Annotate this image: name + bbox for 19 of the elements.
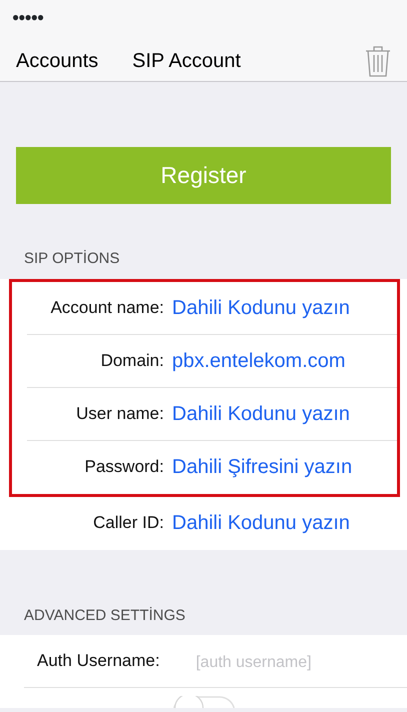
trash-icon[interactable] [365, 44, 391, 76]
field-label: Caller ID: [92, 512, 165, 534]
back-link[interactable]: Accounts [16, 46, 98, 76]
field-label: Auth Username: [36, 650, 160, 672]
input-field[interactable]: Dahili Kodunu yazın [172, 292, 397, 322]
input-field[interactable]: Dahili Kodunu yazın [172, 508, 397, 538]
field-label: User name: [75, 402, 165, 425]
input-field[interactable]: [auth username] [196, 646, 407, 676]
section-header: SIP OPTİONS [23, 249, 121, 269]
field-label: Domain: [100, 350, 165, 372]
toggle-switch[interactable] [172, 696, 234, 708]
screen-title: SIP Account [132, 48, 241, 74]
field-label: Password: [84, 456, 165, 478]
input-field[interactable]: Dahili Şifresini yazın [172, 452, 397, 482]
section-header: ADVANCED SETTİNGS [23, 606, 186, 626]
field-label: Account name: [50, 296, 165, 319]
input-field[interactable]: pbx.entelekom.com [172, 346, 397, 376]
input-field[interactable]: Dahili Kodunu yazın [172, 398, 397, 428]
signal-indicator: ●●●●● [12, 10, 44, 24]
